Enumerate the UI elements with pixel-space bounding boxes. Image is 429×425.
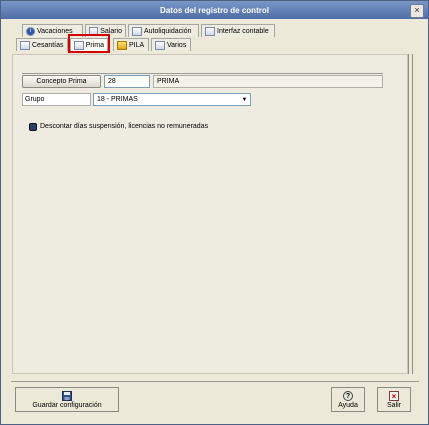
title-bar: Datos del registro de control [1, 1, 428, 19]
exit-button[interactable]: × Salir [377, 387, 411, 412]
save-config-button[interactable]: Guardar configuración [15, 387, 119, 412]
concepto-name-field: PRIMA [153, 75, 383, 88]
grid-icon [117, 40, 127, 50]
info-icon: i [26, 26, 35, 36]
grupo-label: Grupo [22, 93, 91, 106]
close-icon: × [414, 5, 420, 15]
concepto-prima-button[interactable]: Concepto Prima [22, 75, 101, 88]
concepto-name-value: PRIMA [157, 78, 180, 85]
panel-scrollbar-edge [408, 54, 413, 374]
tab-label: PILA [129, 41, 145, 49]
tab-label: Cesantías [32, 41, 64, 49]
save-config-label: Guardar configuración [32, 402, 102, 409]
table-icon [155, 40, 165, 50]
footer-separator [11, 381, 419, 382]
help-button[interactable]: ? Ayuda [331, 387, 365, 412]
dialog-window: Datos del registro de control × i Vacaci… [0, 0, 429, 425]
tab-varios[interactable]: Varios [151, 38, 191, 51]
help-label: Ayuda [338, 402, 358, 409]
exit-icon: × [389, 391, 399, 401]
tab-label: Interfaz contable [217, 27, 269, 35]
descontar-checkbox-label: Descontar días suspensión, licencias no … [40, 123, 209, 130]
floppy-disk-icon [62, 391, 72, 401]
tab-cesantias[interactable]: Cesantías [16, 38, 68, 51]
close-button[interactable]: × [410, 4, 424, 18]
concepto-prima-label: Concepto Prima [36, 78, 87, 85]
exit-label: Salir [386, 402, 401, 409]
active-tab-highlight [68, 34, 110, 53]
table-icon [20, 40, 30, 50]
descontar-checkbox[interactable] [29, 123, 37, 131]
concepto-code-value: 28 [108, 78, 116, 85]
tab-interfaz-contable[interactable]: Interfaz contable [201, 24, 275, 37]
chevron-down-icon[interactable]: ▼ [240, 95, 249, 104]
tab-label: Autoliquidación [144, 27, 192, 35]
document-icon [132, 26, 142, 36]
grupo-select-value: 18 - PRIMAS [97, 96, 138, 103]
window-title: Datos del registro de control [160, 5, 269, 15]
tab-pila[interactable]: PILA [113, 38, 149, 51]
concepto-code-field[interactable]: 28 [104, 75, 150, 88]
tab-autoliquidacion[interactable]: Autoliquidación [128, 24, 199, 37]
help-icon: ? [343, 391, 353, 401]
grupo-select[interactable]: 18 - PRIMAS ▼ [93, 93, 251, 106]
tab-label: Varios [167, 41, 187, 49]
separator-line [22, 73, 383, 74]
table-icon [205, 26, 215, 36]
grupo-label-text: Grupo [25, 96, 45, 103]
